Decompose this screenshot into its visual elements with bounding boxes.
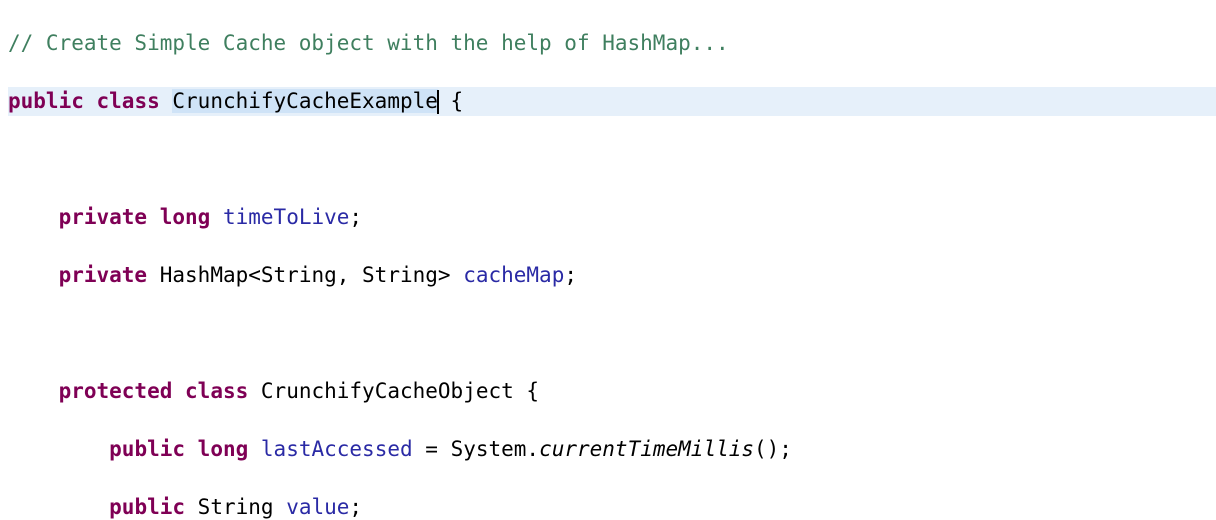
system: System. [451, 437, 540, 461]
code-line: private long timeToLive; [8, 203, 1216, 232]
code-editor[interactable]: // Create Simple Cache object with the h… [0, 0, 1216, 520]
field-cacheMap: cacheMap [463, 263, 564, 287]
semi: ; [564, 263, 577, 287]
type-hashmap: HashMap<String, String> [160, 263, 451, 287]
kw-public: public [109, 437, 185, 461]
method-currentTimeMillis: currentTimeMillis [539, 437, 754, 461]
field-timeToLive: timeToLive [223, 205, 349, 229]
code-line: protected class CrunchifyCacheObject { [8, 377, 1216, 406]
text-caret [437, 90, 439, 114]
semi: ; [349, 495, 362, 519]
code-line: private HashMap<String, String> cacheMap… [8, 261, 1216, 290]
kw-protected: protected [59, 379, 173, 403]
comment: // Create Simple Cache object with the h… [8, 31, 729, 55]
kw-long: long [198, 437, 249, 461]
kw-public: public [8, 89, 84, 113]
call-suffix: (); [754, 437, 792, 461]
kw-private: private [59, 263, 148, 287]
kw-long: long [160, 205, 211, 229]
field-value: value [286, 495, 349, 519]
inner-class-name: CrunchifyCacheObject [261, 379, 514, 403]
eq: = [413, 437, 451, 461]
type-string: String [198, 495, 274, 519]
kw-class: class [185, 379, 248, 403]
selection-class-name: CrunchifyCacheExample [172, 89, 438, 113]
code-line [8, 145, 1216, 174]
kw-private: private [59, 205, 148, 229]
semi: ; [349, 205, 362, 229]
kw-public: public [109, 495, 185, 519]
brace: { [438, 89, 463, 113]
code-line-current: public class CrunchifyCacheExample { [8, 87, 1216, 116]
code-line: public long lastAccessed = System.curren… [8, 435, 1216, 464]
brace: { [514, 379, 539, 403]
code-line [8, 319, 1216, 348]
code-line: // Create Simple Cache object with the h… [8, 29, 1216, 58]
kw-class: class [97, 89, 160, 113]
code-line: public String value; [8, 493, 1216, 520]
field-lastAccessed: lastAccessed [261, 437, 413, 461]
